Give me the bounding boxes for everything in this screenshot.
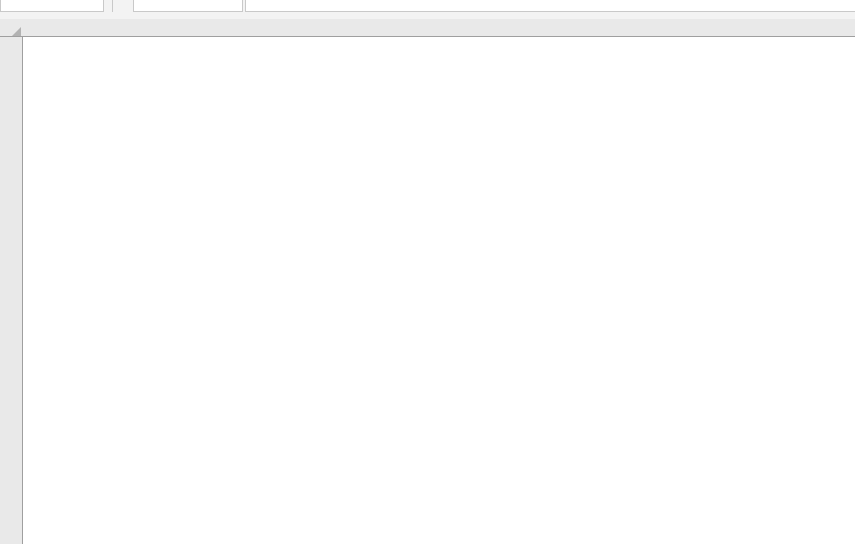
column-header-bar xyxy=(0,19,855,37)
formula-bar-divider xyxy=(112,0,113,12)
formula-buttons xyxy=(133,0,243,12)
formula-input[interactable] xyxy=(245,0,855,12)
select-all-triangle-icon[interactable] xyxy=(12,27,21,36)
row-header-gutter xyxy=(0,37,23,544)
formula-bar xyxy=(0,0,855,13)
name-box[interactable] xyxy=(0,0,104,12)
